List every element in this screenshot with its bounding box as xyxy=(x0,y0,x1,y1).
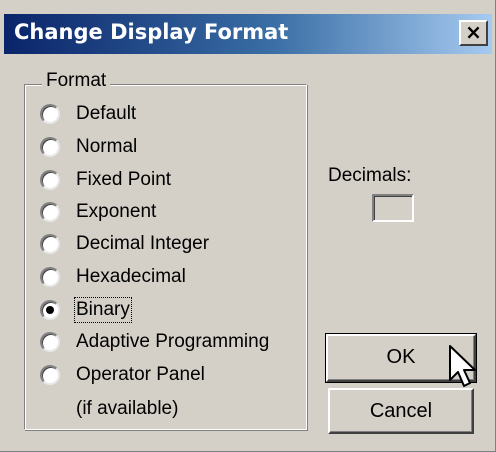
radio-label: Fixed Point xyxy=(76,169,172,190)
operator-panel-note: (if available) xyxy=(76,398,179,419)
radio-label: Normal xyxy=(76,136,138,157)
radio-button[interactable] xyxy=(40,202,60,222)
arrow-pointer-icon xyxy=(449,345,476,387)
radio-label: Default xyxy=(76,103,137,124)
window-title: Change Display Format xyxy=(14,20,289,44)
radio-option-operator-panel[interactable]: Operator Panel xyxy=(40,361,205,389)
radio-button[interactable] xyxy=(40,267,60,287)
radio-option-adaptive-programming[interactable]: Adaptive Programming xyxy=(40,328,269,356)
radio-label: Decimal Integer xyxy=(76,233,210,254)
radio-label: Exponent xyxy=(76,201,157,222)
title-bar: Change Display Format × xyxy=(4,14,492,54)
radio-option-binary[interactable]: Binary xyxy=(40,296,132,324)
radio-label: Operator Panel xyxy=(76,364,205,385)
radio-button[interactable] xyxy=(40,137,60,157)
change-display-format-dialog: Change Display Format × Format Default N… xyxy=(0,0,496,452)
radio-button[interactable] xyxy=(40,170,60,190)
radio-button[interactable] xyxy=(40,332,60,352)
radio-label: Adaptive Programming xyxy=(76,331,270,352)
radio-button[interactable] xyxy=(40,104,60,124)
radio-option-exponent[interactable]: Exponent xyxy=(40,198,156,226)
radio-option-fixed-point[interactable]: Fixed Point xyxy=(40,166,171,194)
radio-option-normal[interactable]: Normal xyxy=(40,133,137,161)
radio-option-decimal-integer[interactable]: Decimal Integer xyxy=(40,230,209,258)
format-group-legend: Format xyxy=(42,70,111,92)
cancel-button[interactable]: Cancel xyxy=(328,388,474,434)
radio-label: Hexadecimal xyxy=(76,266,186,287)
radio-label: Binary xyxy=(74,297,132,323)
radio-button[interactable] xyxy=(40,234,60,254)
decimals-field[interactable] xyxy=(372,194,414,222)
radio-button-selected[interactable] xyxy=(40,300,60,320)
radio-option-default[interactable]: Default xyxy=(40,100,136,128)
radio-button[interactable] xyxy=(40,365,60,385)
ok-button-label: OK xyxy=(386,346,416,368)
radio-option-hexadecimal[interactable]: Hexadecimal xyxy=(40,263,186,291)
decimals-label: Decimals: xyxy=(328,165,412,186)
close-button[interactable]: × xyxy=(459,20,488,46)
close-icon: × xyxy=(465,20,482,44)
cancel-button-label: Cancel xyxy=(369,400,433,422)
